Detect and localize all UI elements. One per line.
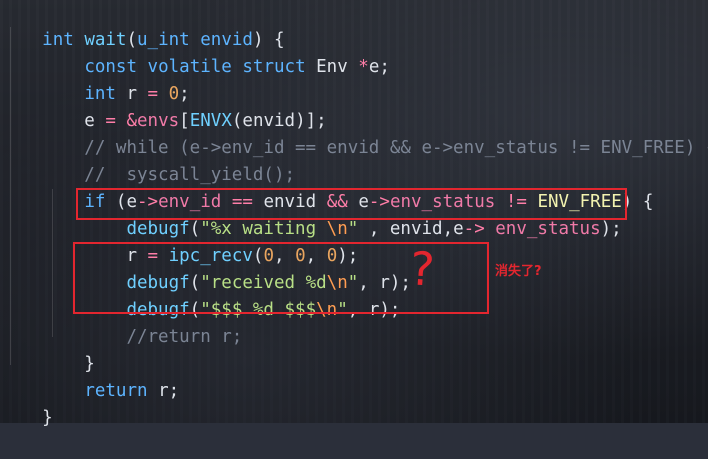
code-line-14: return r; [84,381,180,401]
code-line-9: r = ipc_recv(0, 0, 0); [42,246,359,266]
code-line-4: e = &envs[ENVX(envid)]; [42,111,327,131]
code-line-6-comment: // syscall_yield(); [42,165,296,185]
code-line-3: int r = 0; [84,84,190,104]
code-line-13: } [42,354,95,374]
highlight-box-debugf-waiting [76,188,627,220]
code-line-2: const volatile struct Env *e; [84,57,390,77]
code-line-7: if (e->env_id == envid && e->env_status … [84,192,654,212]
code-line-15: } [42,408,53,428]
disappeared-note: 消失了? [495,264,542,279]
question-mark-annotation: ? [408,241,437,297]
code-line-1: int wait(u_int envid) { [42,30,285,50]
code-line-5-comment: // while (e->env_id == envid && e->env_s… [42,138,708,158]
